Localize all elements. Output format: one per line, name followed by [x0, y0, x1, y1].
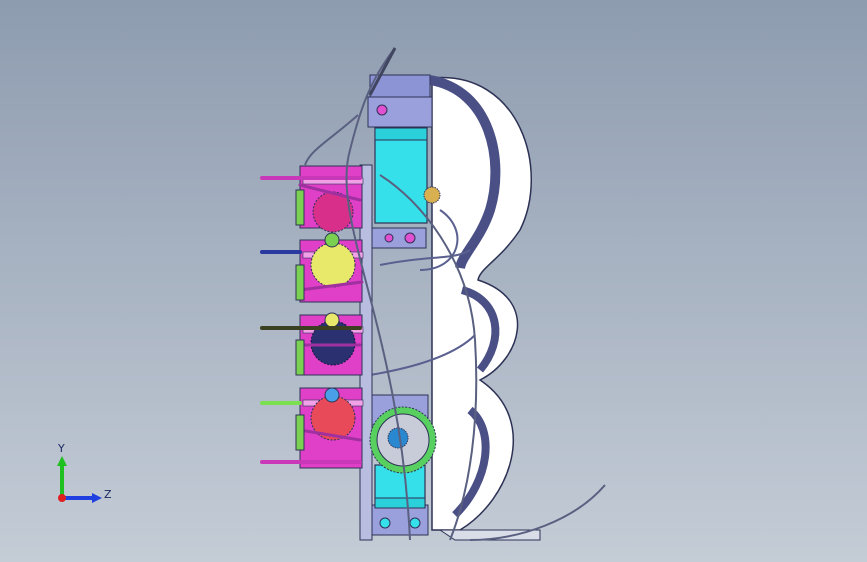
- y-axis-label: Y: [57, 442, 65, 455]
- z-axis-label: Z: [104, 488, 112, 501]
- y-axis-arrow: [57, 456, 67, 498]
- graphics-viewport[interactable]: Y Z: [0, 0, 867, 562]
- orientation-triad[interactable]: Y Z: [40, 436, 120, 516]
- x-axis-dot: [58, 494, 66, 502]
- cad-model[interactable]: [0, 0, 867, 562]
- z-axis-arrow: [62, 493, 102, 503]
